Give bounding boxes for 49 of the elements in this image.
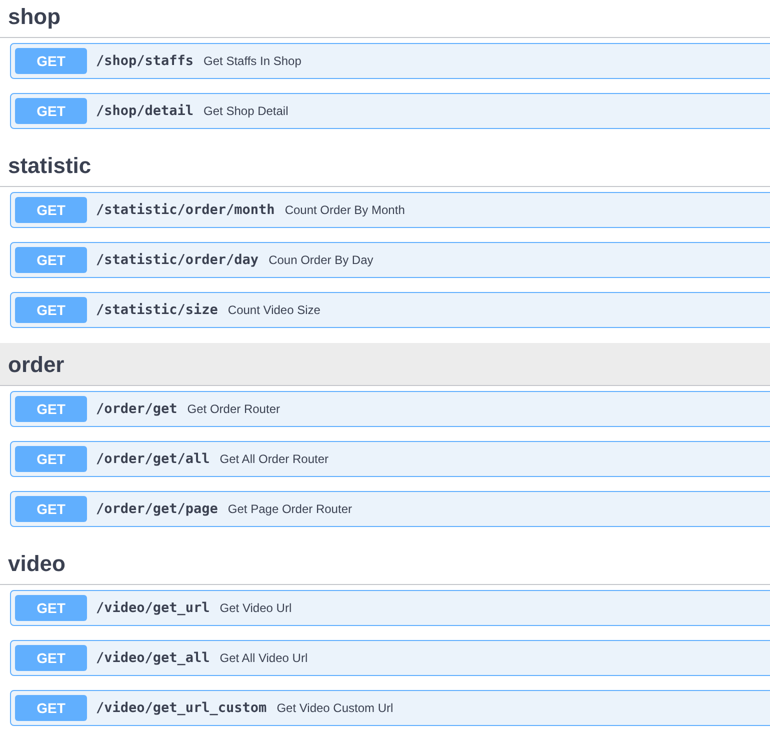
method-badge: GET — [15, 496, 87, 522]
endpoint-summary: Get Order Router — [187, 401, 280, 418]
endpoint-row[interactable]: GET /statistic/order/day Coun Order By Day — [10, 242, 770, 278]
endpoint-path: /statistic/order/day — [96, 250, 259, 270]
endpoint-row[interactable]: GET /statistic/size Count Video Size — [10, 292, 770, 328]
endpoint-row[interactable]: GET /video/get_url Get Video Url — [10, 590, 770, 626]
method-badge: GET — [15, 396, 87, 422]
method-badge: GET — [15, 695, 87, 721]
endpoint-path: /shop/staffs — [96, 52, 194, 71]
endpoint-row[interactable]: GET /shop/staffs Get Staffs In Shop — [10, 43, 770, 79]
endpoint-summary: Get Page Order Router — [228, 501, 352, 518]
endpoint-row[interactable]: GET /statistic/order/month Count Order By Month — [10, 192, 770, 228]
endpoint-row[interactable]: GET /order/get Get Order Router — [10, 391, 770, 427]
method-badge: GET — [15, 247, 87, 273]
section-title: video — [8, 550, 66, 578]
endpoint-path: /video/get_all — [96, 648, 210, 668]
method-badge: GET — [15, 297, 87, 323]
section-header[interactable]: order — [0, 343, 770, 386]
endpoint-summary: Get Staffs In Shop — [204, 53, 302, 70]
endpoint-summary: Get All Order Router — [220, 451, 329, 468]
section-title: statistic — [8, 152, 92, 180]
endpoint-row[interactable]: GET /video/get_all Get All Video Url — [10, 640, 770, 676]
method-badge: GET — [15, 197, 87, 223]
endpoint-row[interactable]: GET /order/get/all Get All Order Router — [10, 441, 770, 477]
endpoint-path: /video/get_url — [96, 598, 210, 618]
endpoint-path: /statistic/order/month — [96, 200, 275, 220]
endpoint-summary: Get All Video Url — [220, 650, 308, 667]
endpoint-path: /order/get — [96, 400, 178, 419]
endpoint-row[interactable]: GET /video/get_url_custom Get Video Custom Url — [10, 690, 770, 726]
method-badge: GET — [15, 48, 87, 74]
endpoint-summary: Count Video Size — [228, 302, 320, 319]
endpoint-path: /order/get/all — [96, 450, 210, 469]
method-badge: GET — [15, 645, 87, 671]
method-badge: GET — [15, 446, 87, 472]
endpoint-path: /order/get/page — [96, 500, 218, 519]
method-badge: GET — [15, 595, 87, 621]
endpoint-summary: Coun Order By Day — [268, 252, 374, 269]
endpoint-path: /statistic/size — [96, 300, 218, 320]
endpoint-summary: Get Shop Detail — [204, 103, 288, 120]
method-badge: GET — [15, 98, 87, 124]
endpoint-row[interactable]: GET /shop/detail Get Shop Detail — [10, 93, 770, 129]
section-title: shop — [8, 2, 61, 31]
endpoint-path: /shop/detail — [96, 102, 194, 121]
endpoint-summary: Get Video Custom Url — [276, 700, 394, 717]
endpoint-summary: Count Order By Month — [284, 202, 405, 219]
endpoint-row[interactable]: GET /order/get/page Get Page Order Router — [10, 491, 770, 527]
section-title: order — [8, 350, 64, 378]
endpoint-path: /video/get_url_custom — [96, 698, 267, 718]
endpoint-summary: Get Video Url — [220, 600, 292, 617]
